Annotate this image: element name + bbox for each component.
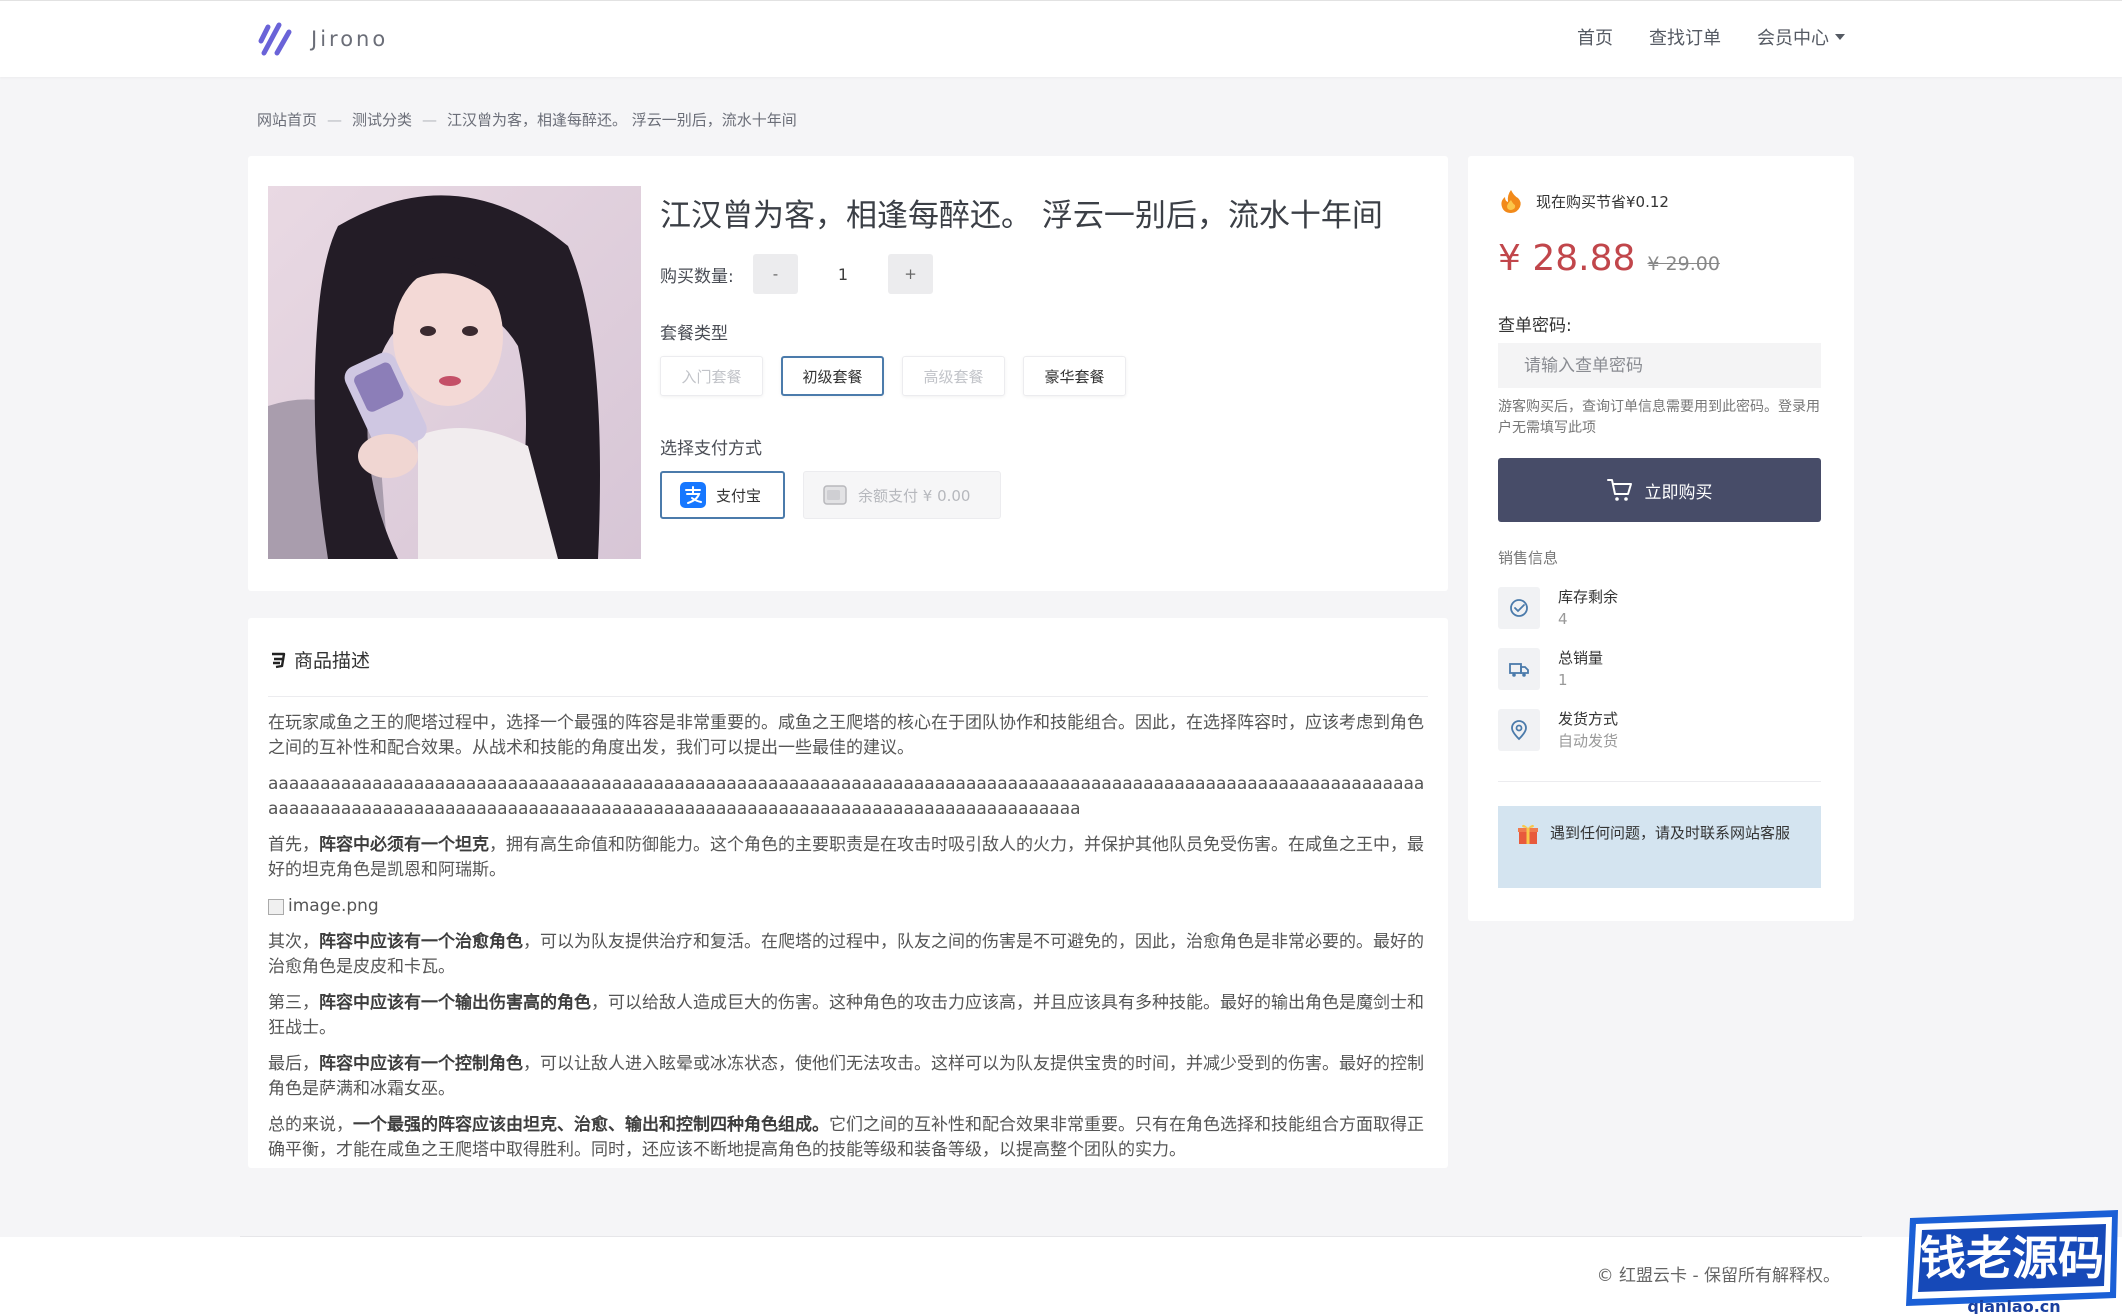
nav-member-label: 会员中心: [1757, 28, 1829, 49]
paragraph-text: 总的来说，: [268, 1115, 353, 1135]
original-price: ¥ 29.00: [1647, 253, 1720, 275]
description-paragraph: 最后，阵容中应该有一个控制角色，可以让敌人进入眩晕或冰冻状态，使他们无法攻击。这…: [268, 1052, 1428, 1102]
paragraph-text: 首先，: [268, 835, 319, 855]
description-title-text: 商品描述: [294, 650, 371, 672]
price-block: ¥ 28.88 ¥ 29.00: [1498, 238, 1720, 279]
delivery-value: 自动发货: [1558, 732, 1619, 750]
description-paragraph: 其次，阵容中应该有一个治愈角色，可以为队友提供治疗和复活。在爬塔的过程中，队友之…: [268, 930, 1428, 980]
image-alt-text: image.png: [288, 896, 379, 916]
paragraph-bold: 阵容中必须有一个坦克: [319, 835, 489, 855]
paragraph-bold: 阵容中应该有一个治愈角色: [319, 932, 523, 952]
cart-icon: [1606, 479, 1632, 501]
site-logo[interactable]: Jirono: [255, 21, 388, 57]
current-price: ¥ 28.88: [1498, 238, 1636, 279]
buy-now-label: 立即购买: [1644, 482, 1713, 503]
breadcrumb-home[interactable]: 网站首页: [257, 109, 317, 130]
package-advanced[interactable]: 高级套餐: [902, 356, 1005, 396]
buy-now-button[interactable]: 立即购买: [1498, 458, 1821, 522]
main-nav: 首页 查找订单 会员中心: [1577, 24, 1845, 50]
logo-text: Jirono: [311, 27, 389, 51]
purchase-sidebar: 现在购买节省¥0.12 ¥ 28.88 ¥ 29.00 查单密码: 游客购买后，…: [1468, 156, 1854, 921]
save-text: 现在购买节省¥0.12: [1536, 192, 1669, 211]
delivery-info: 发货方式 自动发货: [1498, 708, 1618, 752]
package-options: 入门套餐 初级套餐 高级套餐 豪华套餐: [660, 356, 1126, 396]
sold-info: 总销量 1: [1498, 647, 1603, 691]
sidebar-divider: [1498, 781, 1821, 782]
product-card: 江汉曾为客，相逢每醉还。 浮云一别后，流水十年间 购买数量: - + 套餐类型 …: [248, 156, 1448, 591]
support-notice-text: 遇到任何问题，请及时联系网站客服: [1550, 824, 1791, 842]
sold-label: 总销量: [1558, 649, 1604, 667]
paragraph-bold: 阵容中应该有一个输出伤害高的角色: [319, 993, 591, 1013]
quantity-label: 购买数量:: [660, 267, 734, 287]
product-image: [268, 186, 641, 559]
nav-find-order[interactable]: 查找订单: [1649, 24, 1721, 50]
pay-alipay-button[interactable]: 支付宝: [660, 471, 785, 519]
product-title: 江汉曾为客，相逢每醉还。 浮云一别后，流水十年间: [660, 198, 1383, 234]
watermark-domain: qianlao.cn: [1967, 1297, 2060, 1314]
paragraph-bold: 一个最强的阵容应该由坦克、治愈、输出和控制四种角色组成。: [353, 1115, 829, 1135]
css3-icon: [272, 652, 286, 668]
top-navbar: Jirono 首页 查找订单 会员中心: [0, 1, 2122, 77]
description-body: 在玩家咸鱼之王的爬塔过程中，选择一个最强的阵容是非常重要的。咸鱼之王爬塔的核心在…: [268, 700, 1428, 1163]
package-primary[interactable]: 初级套餐: [781, 356, 884, 396]
nav-home[interactable]: 首页: [1577, 24, 1613, 50]
description-paragraph: 第三，阵容中应该有一个输出伤害高的角色，可以给敌人造成巨大的伤害。这种角色的攻击…: [268, 991, 1428, 1041]
breadcrumb: 网站首页 — 测试分类 — 江汉曾为客，相逢每醉还。 浮云一别后，流水十年间: [257, 109, 797, 130]
quantity-input[interactable]: [798, 254, 888, 294]
location-pin-icon: [1498, 709, 1540, 751]
sales-info-label: 销售信息: [1498, 549, 1559, 567]
breadcrumb-current: 江汉曾为客，相逢每醉还。 浮云一别后，流水十年间: [447, 111, 797, 129]
quantity-increase-button[interactable]: +: [888, 254, 933, 294]
description-card: 商品描述 在玩家咸鱼之王的爬塔过程中，选择一个最强的阵容是非常重要的。咸鱼之王爬…: [248, 618, 1448, 1168]
watermark-text: 钱老源码: [1920, 1231, 2104, 1285]
stock-info: 库存剩余 4: [1498, 586, 1618, 630]
breadcrumb-separator: —: [422, 110, 438, 129]
pay-alipay-label: 支付宝: [716, 486, 762, 505]
description-paragraph: aaaaaaaaaaaaaaaaaaaaaaaaaaaaaaaaaaaaaaaa…: [268, 774, 1425, 819]
save-row: 现在购买节省¥0.12: [1498, 188, 1669, 214]
footer: © 红盟云卡 - 保留所有解释权。: [0, 1237, 2122, 1314]
order-password-input[interactable]: [1498, 343, 1821, 388]
nav-member-center[interactable]: 会员中心: [1757, 24, 1845, 50]
broken-image-icon: [268, 898, 284, 915]
caret-down-icon: [1835, 34, 1845, 40]
package-luxury[interactable]: 豪华套餐: [1023, 356, 1126, 396]
order-password-hint: 游客购买后，查询订单信息需要用到此密码。登录用户无需填写此项: [1498, 399, 1820, 436]
package-label: 套餐类型: [660, 324, 728, 344]
description-paragraph: 首先，阵容中必须有一个坦克，拥有高生命值和防御能力。这个角色的主要职责是在攻击时…: [268, 833, 1428, 883]
quantity-stepper: - +: [753, 254, 933, 294]
breadcrumb-separator: —: [327, 110, 343, 129]
fire-icon: [1501, 190, 1521, 213]
truck-icon: [1498, 648, 1540, 690]
paragraph-text: 第三，: [268, 993, 319, 1013]
breadcrumb-category[interactable]: 测试分类: [352, 109, 412, 130]
description-paragraph: 总的来说，一个最强的阵容应该由坦克、治愈、输出和控制四种角色组成。它们之间的互补…: [268, 1113, 1428, 1163]
payment-options: 支付宝 余额支付 ¥ 0.00: [660, 471, 1001, 519]
copyright-text: © 红盟云卡 - 保留所有解释权。: [1596, 1266, 1840, 1286]
pay-balance-label: 余额支付 ¥ 0.00: [858, 486, 971, 505]
quantity-decrease-button[interactable]: -: [753, 254, 798, 294]
description-title: 商品描述: [268, 646, 370, 673]
support-notice: 遇到任何问题，请及时联系网站客服: [1498, 806, 1821, 888]
watermark-logo: 钱老源码 qianlao.cn: [1898, 1208, 2122, 1314]
stock-label: 库存剩余: [1558, 588, 1619, 606]
description-paragraph: 在玩家咸鱼之王的爬塔过程中，选择一个最强的阵容是非常重要的。咸鱼之王爬塔的核心在…: [268, 713, 1424, 758]
pay-balance-button[interactable]: 余额支付 ¥ 0.00: [803, 471, 1001, 519]
gift-icon: [1518, 824, 1538, 844]
order-password-label: 查单密码:: [1498, 316, 1572, 336]
paragraph-bold: 阵容中应该有一个控制角色: [319, 1054, 523, 1074]
delivery-label: 发货方式: [1558, 710, 1619, 728]
description-divider: [268, 696, 1428, 697]
logo-icon: [258, 22, 292, 56]
payment-label: 选择支付方式: [660, 439, 762, 459]
stock-value: 4: [1558, 610, 1568, 628]
wallet-icon: [823, 485, 847, 505]
paragraph-text: 其次，: [268, 932, 319, 952]
paragraph-text: 最后，: [268, 1054, 319, 1074]
alipay-icon: [680, 482, 706, 508]
sold-value: 1: [1558, 671, 1568, 689]
package-basic[interactable]: 入门套餐: [660, 356, 763, 396]
check-circle-icon: [1498, 587, 1540, 629]
description-image: image.png: [268, 894, 1428, 919]
